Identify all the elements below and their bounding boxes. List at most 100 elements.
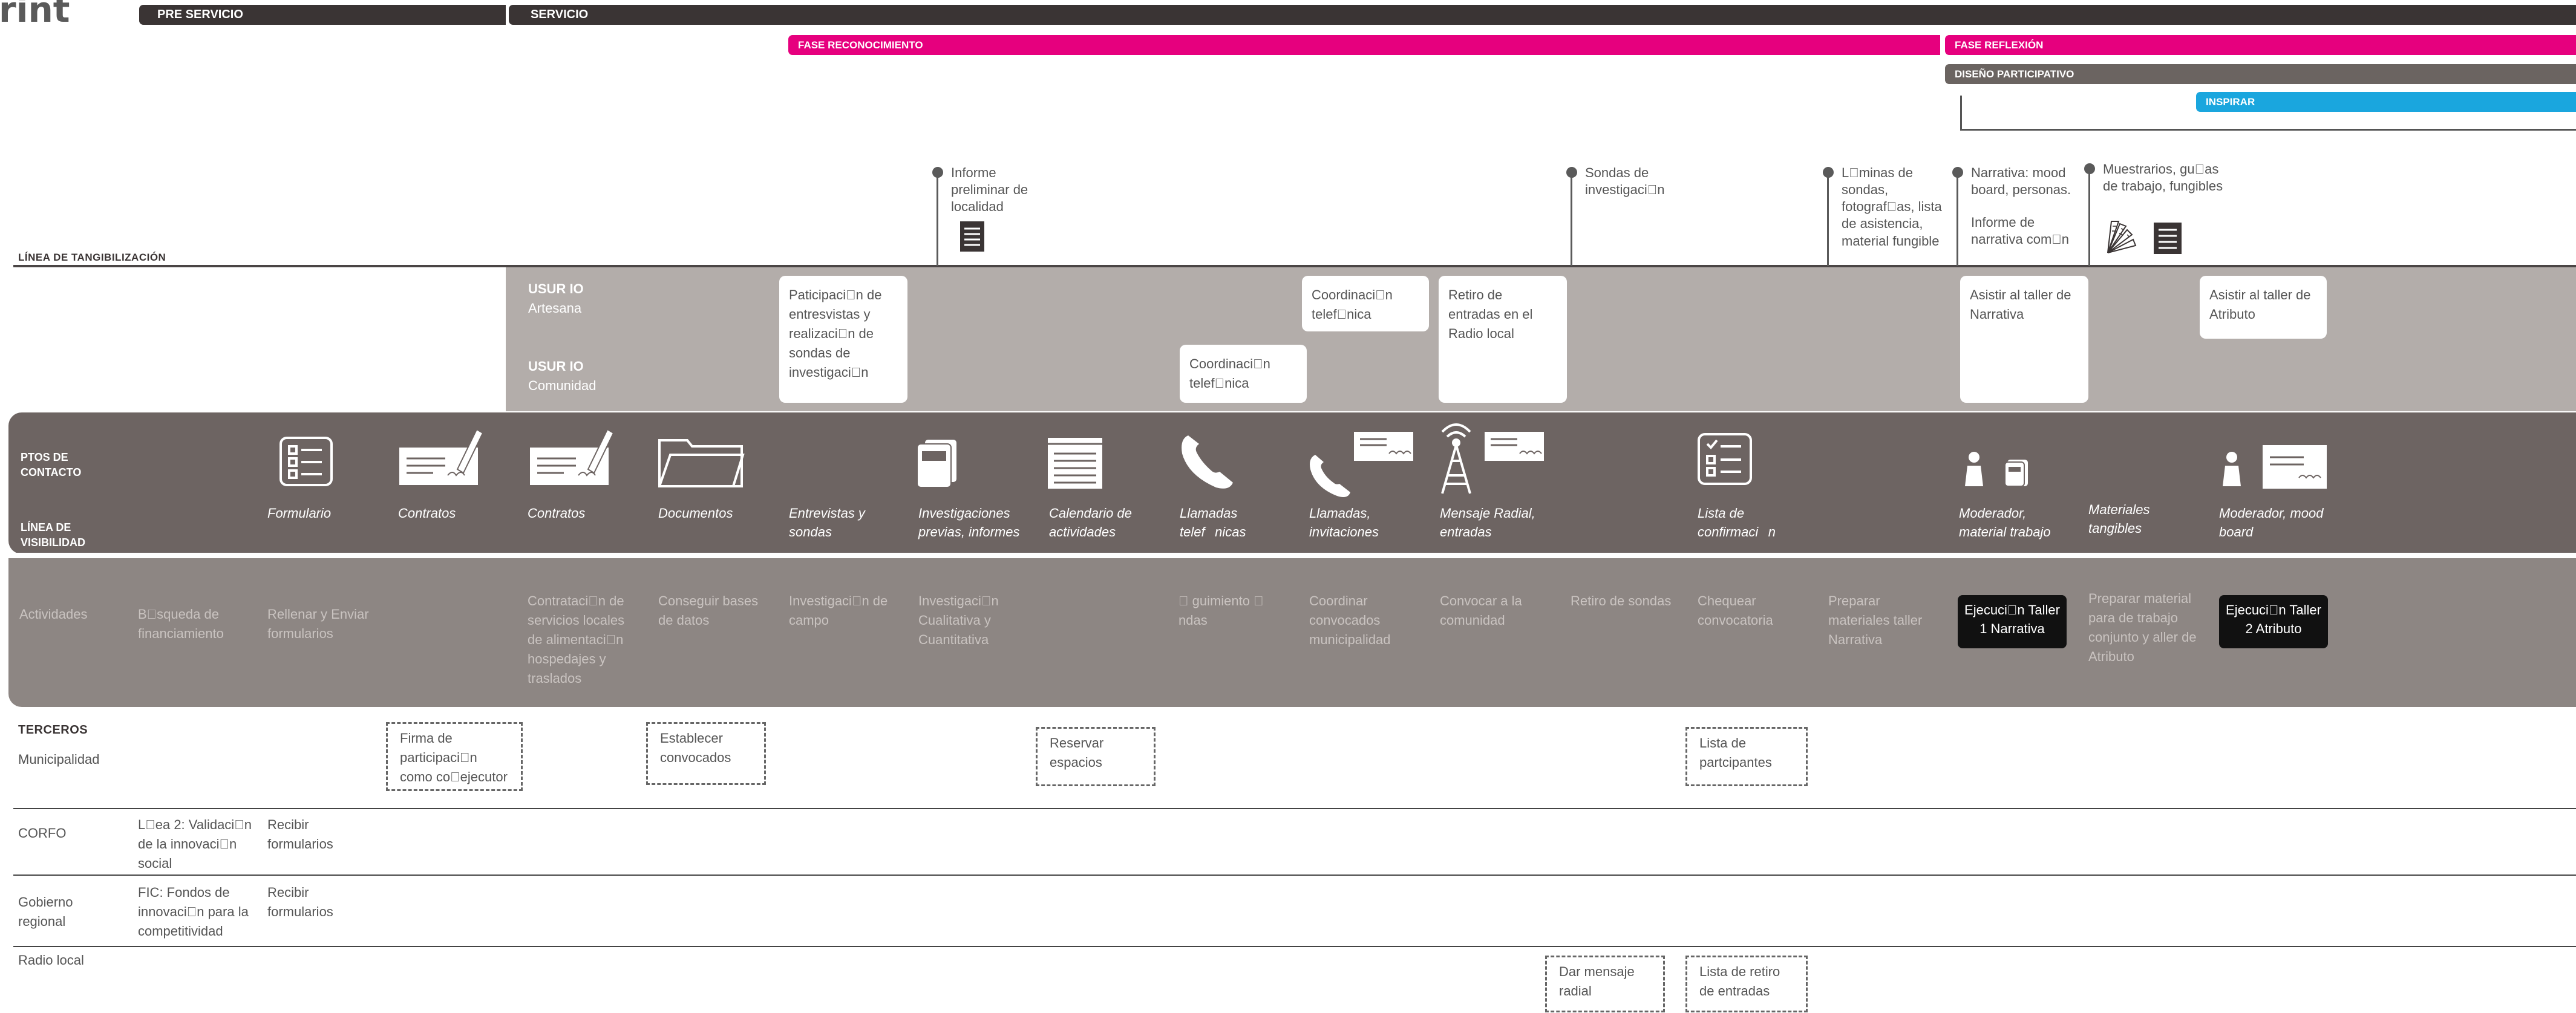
visibility-separator	[8, 553, 2576, 558]
phase-reconocimiento-label: FASE RECONOCIMIENTO	[798, 39, 923, 51]
touchpoint-label: Moderador, mood board	[2219, 506, 2324, 539]
radio-mensaje: Dar mensaje radial	[1545, 956, 1665, 1012]
row-radio-local: Radio local	[18, 953, 84, 968]
row-municipalidad: Municipalidad	[18, 752, 100, 767]
activity-item: Coordinar convocados municipalidad	[1309, 593, 1391, 647]
activity-taller-narrativa: Ejecuci n Taller 1 Narrativa	[1958, 595, 2067, 648]
document-stack-icon	[917, 438, 958, 488]
envelope-icon	[2263, 445, 2327, 489]
phase-reflexion: FASE REFLEXIÓN	[1945, 35, 2576, 55]
user-card: Asistir al taller de Atributo	[2200, 276, 2327, 339]
touchpoint-label: Investigaciones previas, informes	[918, 506, 1020, 539]
corfo-linea: L ea 2: Validaci n de la innovaci n soci…	[138, 817, 252, 871]
calendar-pad-icon	[1048, 438, 1102, 489]
user-card: Asistir al taller de Narrativa	[1960, 276, 2088, 403]
activity-item: Retiro de sondas	[1571, 593, 1672, 608]
activity-item: Chequear convocatoria	[1698, 593, 1773, 628]
tangible-informe: Informe preliminar de localidad	[951, 165, 1028, 215]
radio-lista-retiro: Lista de retiro de entradas	[1685, 956, 1808, 1012]
swatch-fan-icon	[2107, 221, 2137, 253]
row-corfo: CORFO	[18, 826, 67, 841]
phase-inspirar-label: INSPIRAR	[2206, 96, 2255, 108]
activity-item: Preparar materiales taller Narrativa	[1828, 593, 1923, 647]
phase-pre-servicio-label: PRE SERVICIO	[157, 8, 243, 21]
touchpoint-label: Llamadas telef nicas	[1180, 506, 1246, 539]
corfo-recibir: Recibir formularios	[267, 817, 333, 852]
checklist-icon	[1698, 433, 1752, 485]
row-gobierno-regional: Gobierno regional	[18, 894, 73, 929]
pin-line	[2088, 172, 2090, 266]
user-card: Paticipaci n de entresvistas y realizaci…	[779, 276, 907, 403]
radio-tower-icon	[1441, 423, 1471, 494]
page-title: rint	[0, 0, 70, 30]
touchpoint-label: Calendario de actividades	[1049, 506, 1132, 539]
touchpoint-label: Lista de confirmaci n	[1698, 506, 1776, 539]
book-icon	[2004, 460, 2028, 487]
phase-reconocimiento: FASE RECONOCIMIENTO	[788, 35, 1940, 55]
tercero-establecer: Establecer convocados	[646, 722, 766, 785]
phase-inspirar: INSPIRAR	[2196, 92, 2576, 112]
folder-icon	[658, 439, 745, 487]
linea-visibilidad-label: LÍNEA DE VISIBILIDAD	[21, 521, 86, 549]
document-icon	[2154, 223, 2182, 254]
touchpoint-label: Entrevistas y sondas	[789, 506, 865, 539]
touchpoint-label: Moderador, material trabajo	[1959, 506, 2051, 539]
phase-servicio: SERVICIO	[509, 5, 2576, 25]
touchpoint-label: Contratos	[398, 506, 456, 521]
activity-item: Contrataci n de servicios locales de ali…	[528, 593, 625, 686]
activity-item: Conseguir bases de datos	[658, 593, 759, 628]
tangible-muestrarios: Muestrarios, gu as de trabajo, fungibles	[2103, 161, 2223, 194]
checklist-icon	[280, 437, 333, 486]
activity-taller-atributo: Ejecuci n Taller 2 Atributo	[2219, 595, 2328, 648]
tangible-informe-narrativa: Informe de narrativa com n	[1971, 215, 2070, 247]
user-name: Artesana	[528, 300, 582, 316]
user-title: USUR IO	[528, 281, 584, 296]
activity-item: Preparar material para de trabajo conjun…	[2088, 591, 2197, 664]
phone-icon	[1310, 455, 1350, 497]
touchpoint-label: Materiales tangibles	[2088, 502, 2150, 536]
tercero-lista-participantes: Lista de partcipantes	[1685, 727, 1808, 786]
touchpoint-label: Contratos	[528, 506, 586, 521]
activity-item: Investigaci n de campo	[789, 593, 888, 628]
phone-icon	[1182, 435, 1233, 489]
activity-item: Rellenar y Enviar formularios	[267, 607, 369, 641]
touchpoint-label: Mensaje Radial, entradas	[1440, 506, 1535, 539]
gobierno-recibir: Recibir formularios	[267, 885, 333, 919]
touchpoint-label: Documentos	[658, 506, 733, 521]
tangible-sondas: Sondas de investigaci n	[1585, 165, 1665, 198]
person-icon	[2223, 452, 2241, 486]
user-artesana: USUR IO Artesana	[528, 279, 584, 318]
phase-diseno-label: DISEÑO PARTICIPATIVO	[1955, 68, 2074, 80]
pin-line	[1827, 175, 1829, 266]
tercero-firma: Firma de participaci n como co ejecutor	[386, 722, 523, 791]
user-name: Comunidad	[528, 377, 597, 393]
phase-servicio-label: SERVICIO	[531, 8, 589, 21]
tercero-reservar: Reservar espacios	[1036, 727, 1156, 786]
phase-diseno-participativo: DISEÑO PARTICIPATIVO	[1945, 64, 2576, 84]
activities-label: Actividades	[19, 607, 88, 622]
contract-signature-icon	[399, 428, 484, 485]
touchpoints-band	[8, 412, 2576, 554]
activity-item: B squeda de financiamiento	[138, 607, 224, 641]
gobierno-fic: FIC: Fondos de innovaci n para la compet…	[138, 885, 249, 939]
puntos-contacto-label: PTOS DE CONTACTO	[21, 451, 82, 479]
user-card: Retiro de entradas en el Radio local	[1439, 276, 1567, 403]
user-card: Coordinaci n telef nica	[1180, 345, 1307, 403]
user-comunidad: USUR IO Comunidad	[528, 357, 597, 396]
terceros-label: TERCEROS	[18, 723, 88, 737]
document-icon	[960, 221, 984, 252]
linea-tangibilizacion-label: LÍNEA DE TANGIBILIZACIÓN	[18, 252, 166, 263]
contract-signature-icon	[530, 428, 615, 485]
person-icon	[1965, 452, 1983, 486]
tangible-narrativa: Narrativa: mood board, personas.	[1971, 165, 2071, 198]
activity-item: Investigaci n Cualitativa y Cuantitativa	[918, 593, 999, 647]
pin-line	[1957, 175, 1958, 266]
tangible-laminas: L minas de sondas, fotograf as, lista de…	[1842, 165, 1942, 249]
user-card: Coordinaci n telef nica	[1302, 276, 1429, 331]
user-title: USUR IO	[528, 359, 584, 374]
activity-item: Convocar a la comunidad	[1440, 593, 1522, 628]
envelope-icon	[1354, 432, 1413, 461]
touchpoint-label: Formulario	[267, 506, 332, 521]
activity-item:   guimiento   ndas	[1178, 593, 1264, 628]
pin-line	[1571, 175, 1572, 266]
